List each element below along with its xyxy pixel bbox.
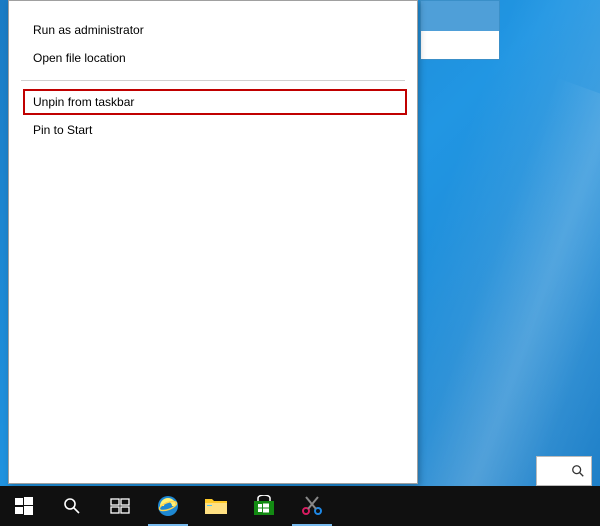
taskbar-snipping-tool[interactable] xyxy=(288,486,336,526)
taskbar-context-menu: Run as administrator Open file location … xyxy=(8,0,418,484)
internet-explorer-icon xyxy=(156,494,180,518)
start-button[interactable] xyxy=(0,486,48,526)
folder-icon xyxy=(204,496,228,516)
taskbar-internet-explorer[interactable] xyxy=(144,486,192,526)
windows-logo-icon xyxy=(15,497,33,515)
search-flyout[interactable] xyxy=(536,456,592,486)
menu-unpin-from-taskbar[interactable]: Unpin from taskbar xyxy=(33,95,405,109)
taskbar-search-button[interactable] xyxy=(48,486,96,526)
scissors-icon xyxy=(300,494,324,518)
annotation-highlight: Unpin from taskbar xyxy=(23,89,407,115)
menu-open-file-location[interactable]: Open file location xyxy=(9,45,417,73)
menu-pin-to-start[interactable]: Pin to Start xyxy=(9,117,417,145)
taskbar-windows-store[interactable] xyxy=(240,486,288,526)
menu-divider xyxy=(21,80,405,81)
menu-run-as-admin[interactable]: Run as administrator xyxy=(9,17,417,45)
search-icon xyxy=(63,497,81,515)
task-view-icon xyxy=(110,498,130,514)
background-window-titlebar xyxy=(421,1,499,31)
background-window xyxy=(420,0,500,60)
taskbar-file-explorer[interactable] xyxy=(192,486,240,526)
store-icon xyxy=(252,495,276,517)
task-view-button[interactable] xyxy=(96,486,144,526)
search-icon xyxy=(571,464,585,478)
taskbar xyxy=(0,486,600,526)
